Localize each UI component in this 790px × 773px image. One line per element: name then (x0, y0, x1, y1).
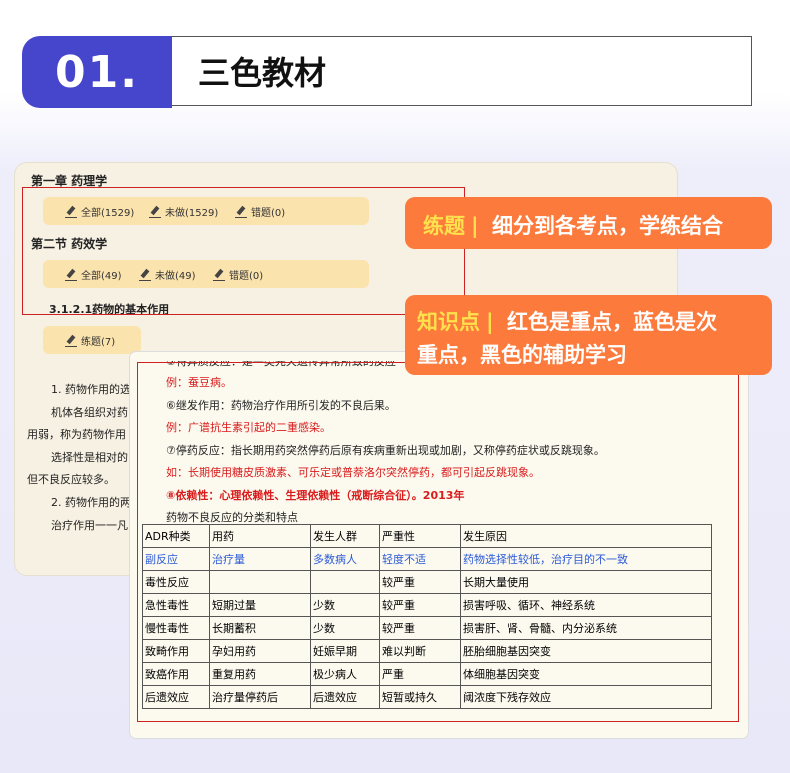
practice-bar[interactable]: 练题(7) (43, 326, 141, 354)
callout-key: 知识点 (417, 310, 480, 334)
callout-text: 细分到各考点，学练结合 (484, 214, 723, 238)
body-line: 机体各组织对药 (51, 406, 128, 419)
body-line: 2. 药物作用的两 (51, 496, 131, 509)
practice-link[interactable]: 练题(7) (65, 333, 115, 348)
body-line: 但不良反应较多。 (27, 473, 115, 486)
content-highlight-frame (137, 362, 739, 722)
edit-icon (65, 335, 77, 347)
knowledge-callout: 知识点 | 红色是重点，蓝色是次 重点，黑色的辅助学习 (405, 295, 772, 375)
body-line: 选择性是相对的 (51, 451, 128, 464)
callout-text-2: 重点，黑色的辅助学习 (417, 343, 627, 367)
body-line: 用弱，称为药物作用 (27, 428, 126, 441)
callout-key: 练题 (423, 214, 465, 238)
callout-text: 红色是重点，蓝色是次 (499, 310, 717, 334)
section-number: 01. (22, 36, 172, 108)
section-title: 三色教材 (172, 36, 752, 106)
body-line: 治疗作用一一凡 (51, 519, 128, 532)
practice-callout: 练题 | 细分到各考点，学练结合 (405, 197, 772, 249)
body-line: 1. 药物作用的选 (51, 383, 131, 396)
highlight-frame (22, 187, 465, 315)
